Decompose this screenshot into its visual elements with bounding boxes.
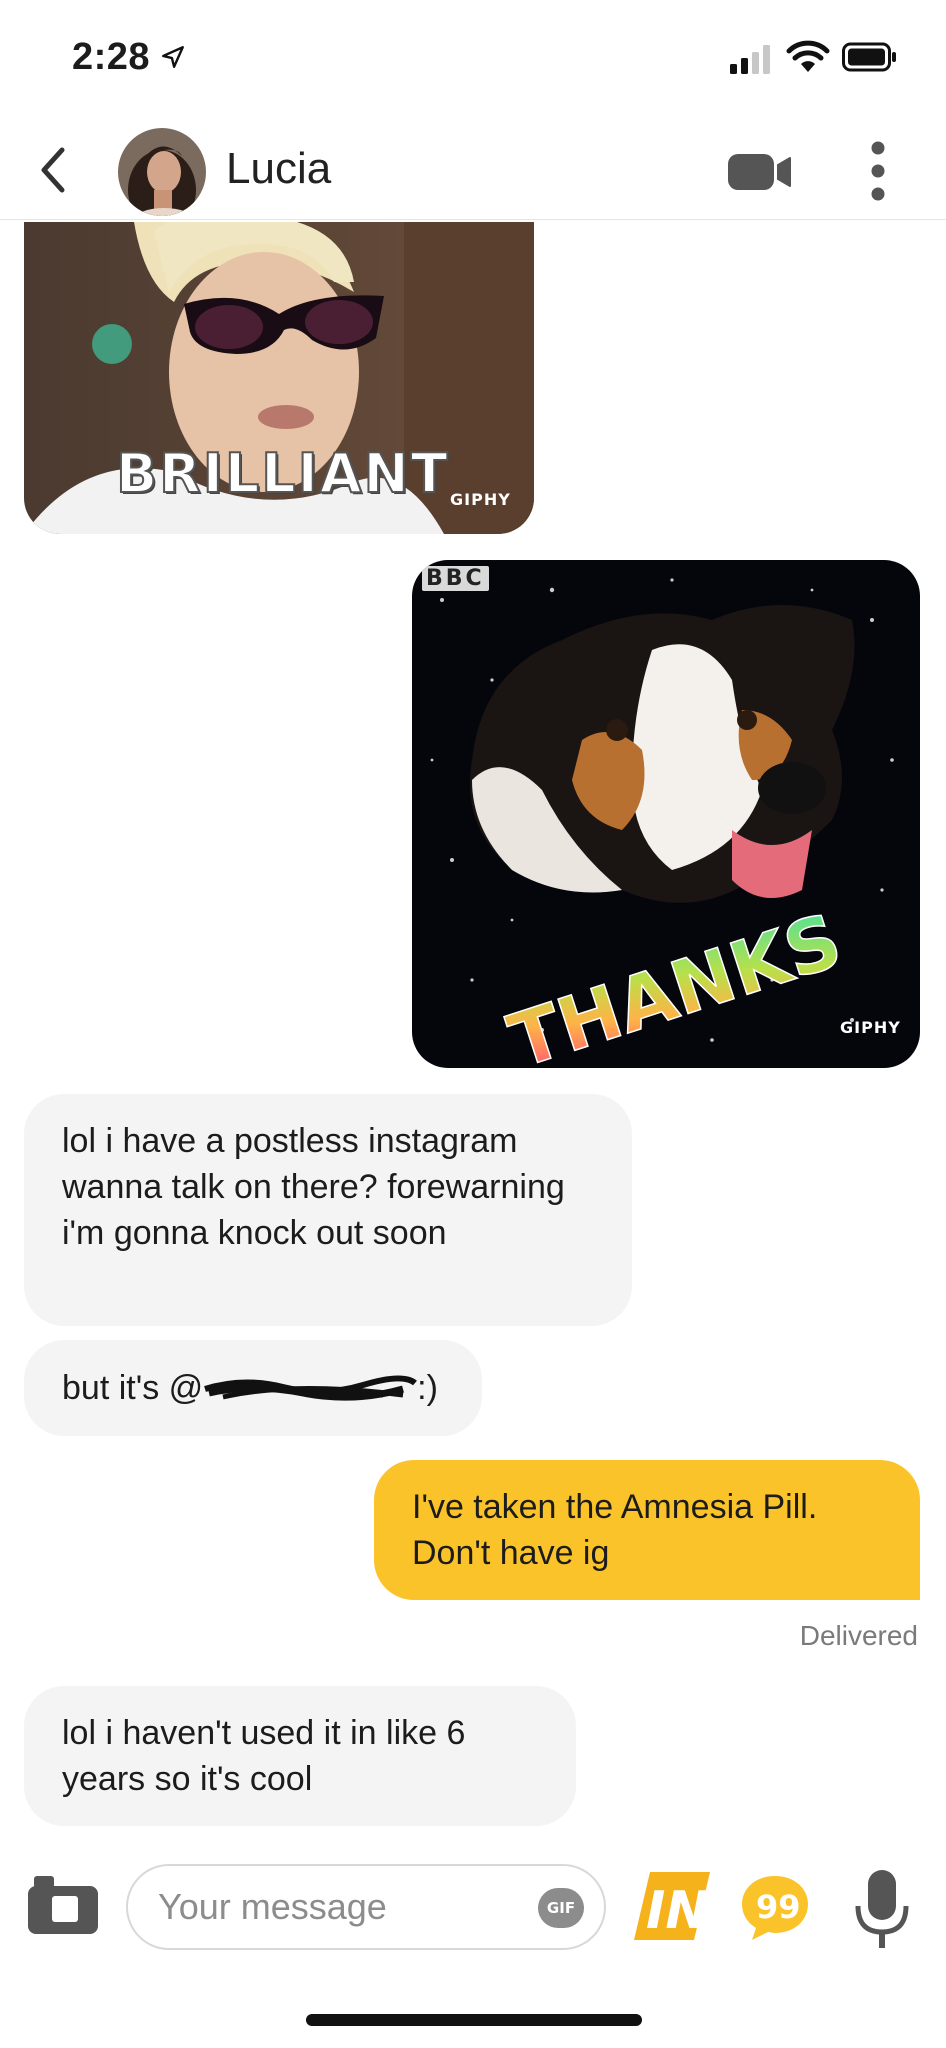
cellular-signal-icon <box>730 45 770 74</box>
status-bar: 2:28 <box>0 0 946 120</box>
message-composer: GIF IN 99 <box>0 1850 946 1970</box>
video-call-icon[interactable] <box>726 150 794 194</box>
message-incoming[interactable]: lol i haven't used it in like 6 years so… <box>24 1686 576 1826</box>
gif-brilliant-caption: BRILLIANT <box>115 441 450 506</box>
message-incoming[interactable]: but it's @ :) <box>24 1340 482 1436</box>
interests-icon-label: IN <box>646 1881 709 1941</box>
battery-icon <box>842 42 896 72</box>
giphy-watermark: GIPHY <box>450 490 511 509</box>
contact-name[interactable]: Lucia <box>226 144 331 194</box>
gif-button[interactable]: GIF <box>538 1888 584 1928</box>
quote-icon-label: 99 <box>756 1888 801 1926</box>
message-text: I've taken the Amnesia Pill. Don't have … <box>412 1488 818 1572</box>
back-chevron-icon[interactable] <box>30 142 74 198</box>
home-indicator[interactable] <box>306 2014 642 2026</box>
bbc-logo: BBC <box>422 566 489 591</box>
gif-brilliant[interactable]: BRILLIANT GIPHY <box>24 222 534 534</box>
message-text: lol i have a postless instagram wanna ta… <box>62 1122 565 1252</box>
message-text-suffix: :) <box>417 1369 438 1407</box>
chat-header: Lucia <box>0 120 946 220</box>
message-text-prefix: but it's @ <box>62 1369 204 1407</box>
message-outgoing[interactable]: I've taken the Amnesia Pill. Don't have … <box>374 1460 920 1600</box>
message-input[interactable] <box>126 1864 606 1950</box>
redaction-scribble <box>204 1375 418 1401</box>
microphone-icon[interactable] <box>852 1868 912 1952</box>
interests-icon[interactable]: IN <box>626 1870 712 1942</box>
message-incoming[interactable]: lol i have a postless instagram wanna ta… <box>24 1094 632 1326</box>
quote-icon[interactable]: 99 <box>738 1872 812 1942</box>
delivery-status: Delivered <box>799 1620 918 1651</box>
giphy-watermark: GIPHY <box>840 1018 901 1037</box>
avatar[interactable] <box>118 128 206 216</box>
wifi-icon <box>786 40 830 72</box>
status-time: 2:28 <box>72 36 151 78</box>
gif-thanks[interactable]: THANKS BBC GIPHY <box>412 560 920 1068</box>
location-arrow-icon <box>162 46 184 68</box>
more-options-icon[interactable] <box>866 138 890 204</box>
camera-icon[interactable] <box>26 1872 100 1936</box>
message-text: lol i haven't used it in like 6 years so… <box>62 1714 466 1798</box>
gif-thanks-image: THANKS <box>412 560 920 1068</box>
